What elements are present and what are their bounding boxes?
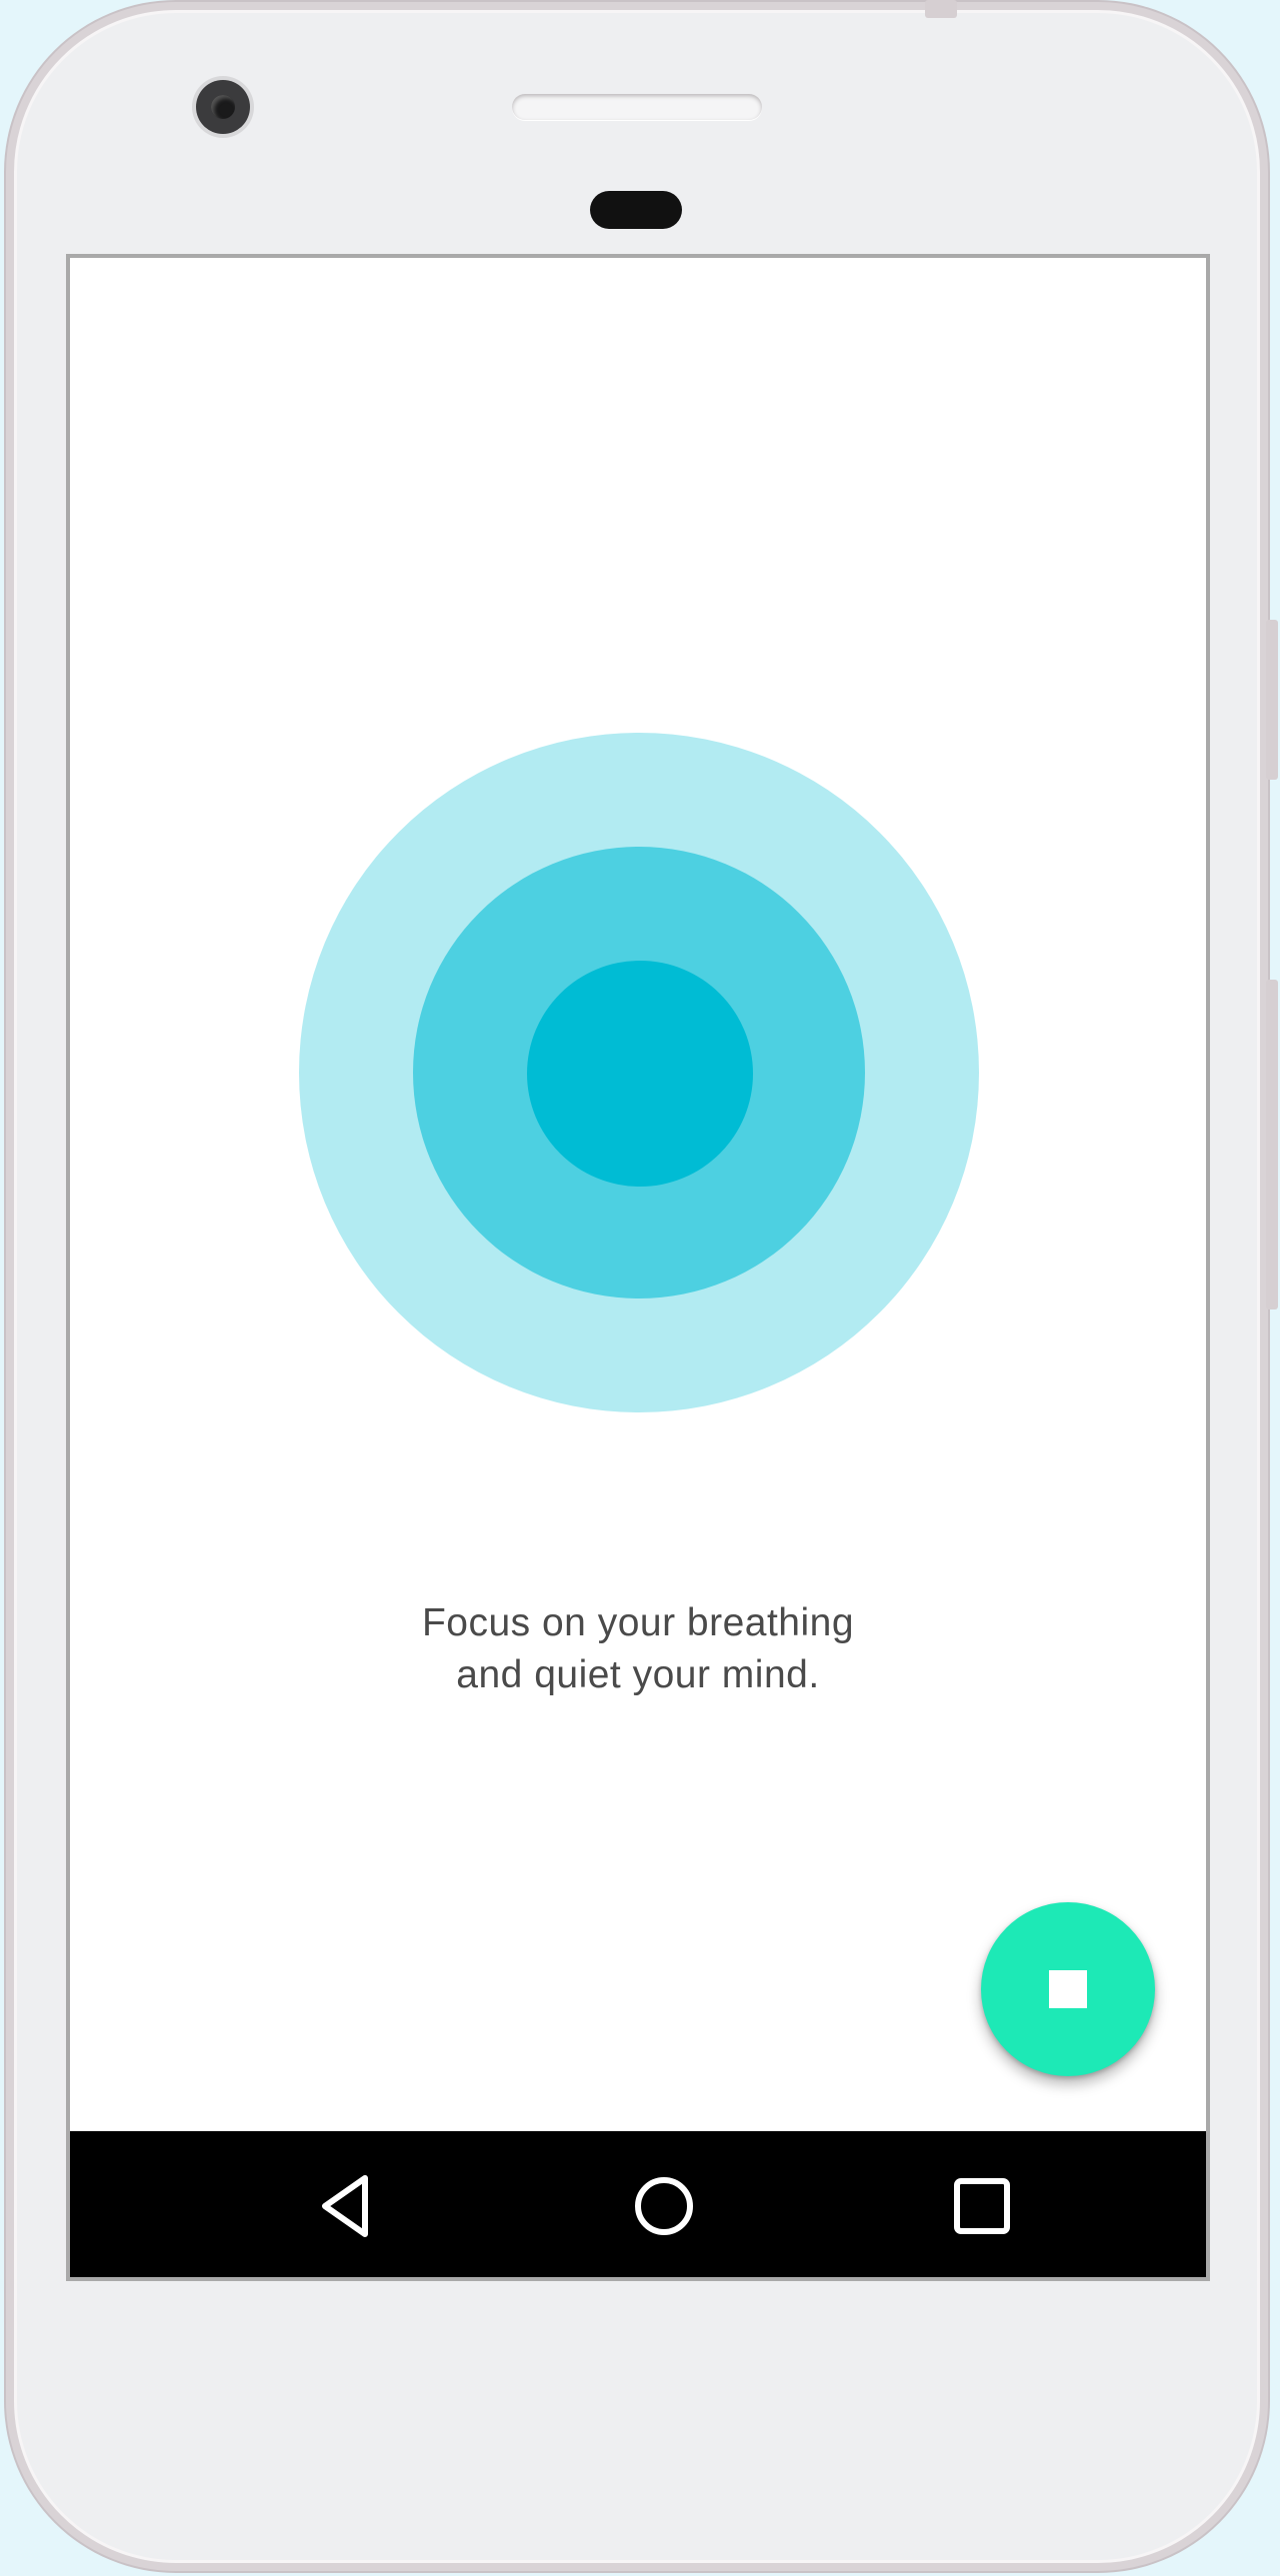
home-circle-icon xyxy=(635,2177,693,2235)
earpiece-speaker xyxy=(512,94,762,120)
back-triangle-icon xyxy=(322,2175,368,2237)
volume-button xyxy=(1266,980,1278,1309)
breathing-message-line-2: and quiet your mind. xyxy=(456,1653,820,1696)
stop-button[interactable] xyxy=(981,1902,1155,2076)
breathing-message: Focus on your breathing and quiet your m… xyxy=(70,1597,1206,1701)
power-button xyxy=(1266,620,1278,780)
recents-button[interactable] xyxy=(932,2156,1032,2256)
recents-square-icon xyxy=(954,2178,1010,2234)
top-hardware-button xyxy=(925,0,957,18)
front-camera xyxy=(196,80,250,134)
back-button[interactable] xyxy=(295,2156,395,2256)
breathing-circle-inner xyxy=(527,961,753,1187)
proximity-sensor xyxy=(590,191,682,229)
home-button[interactable] xyxy=(614,2156,714,2256)
navigation-bar xyxy=(70,2131,1206,2277)
app-screen: Focus on your breathing and quiet your m… xyxy=(66,254,1210,2281)
stop-icon xyxy=(1049,1970,1087,2008)
breathing-message-line-1: Focus on your breathing xyxy=(421,1601,855,1644)
